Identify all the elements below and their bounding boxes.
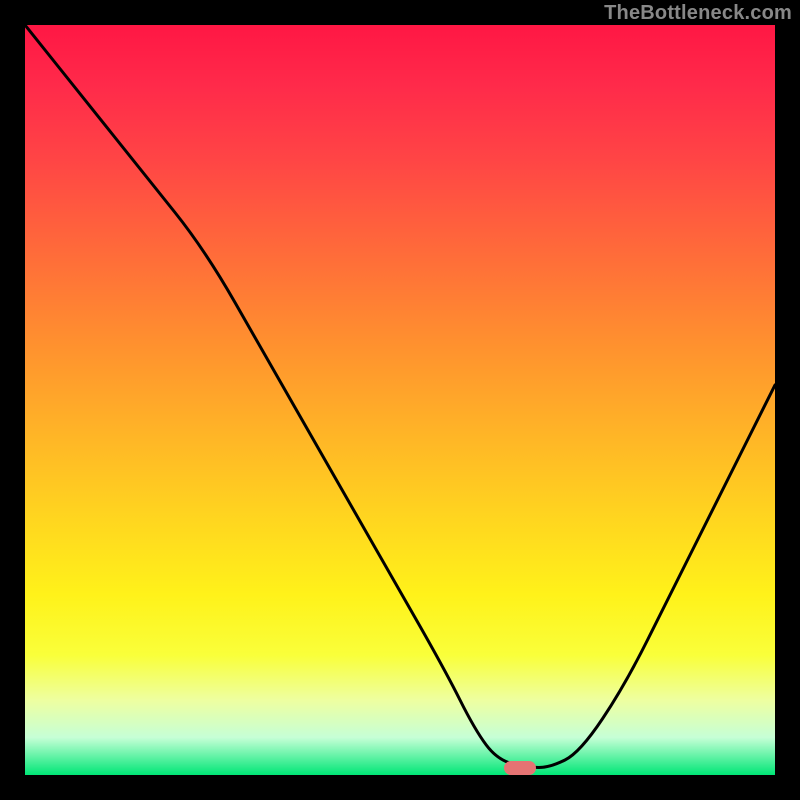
watermark-text: TheBottleneck.com: [604, 2, 792, 25]
heat-gradient-background: [25, 25, 775, 775]
chart-frame: TheBottleneck.com: [0, 0, 800, 800]
plot-area: [25, 25, 775, 775]
optimal-point-marker: [504, 761, 536, 775]
